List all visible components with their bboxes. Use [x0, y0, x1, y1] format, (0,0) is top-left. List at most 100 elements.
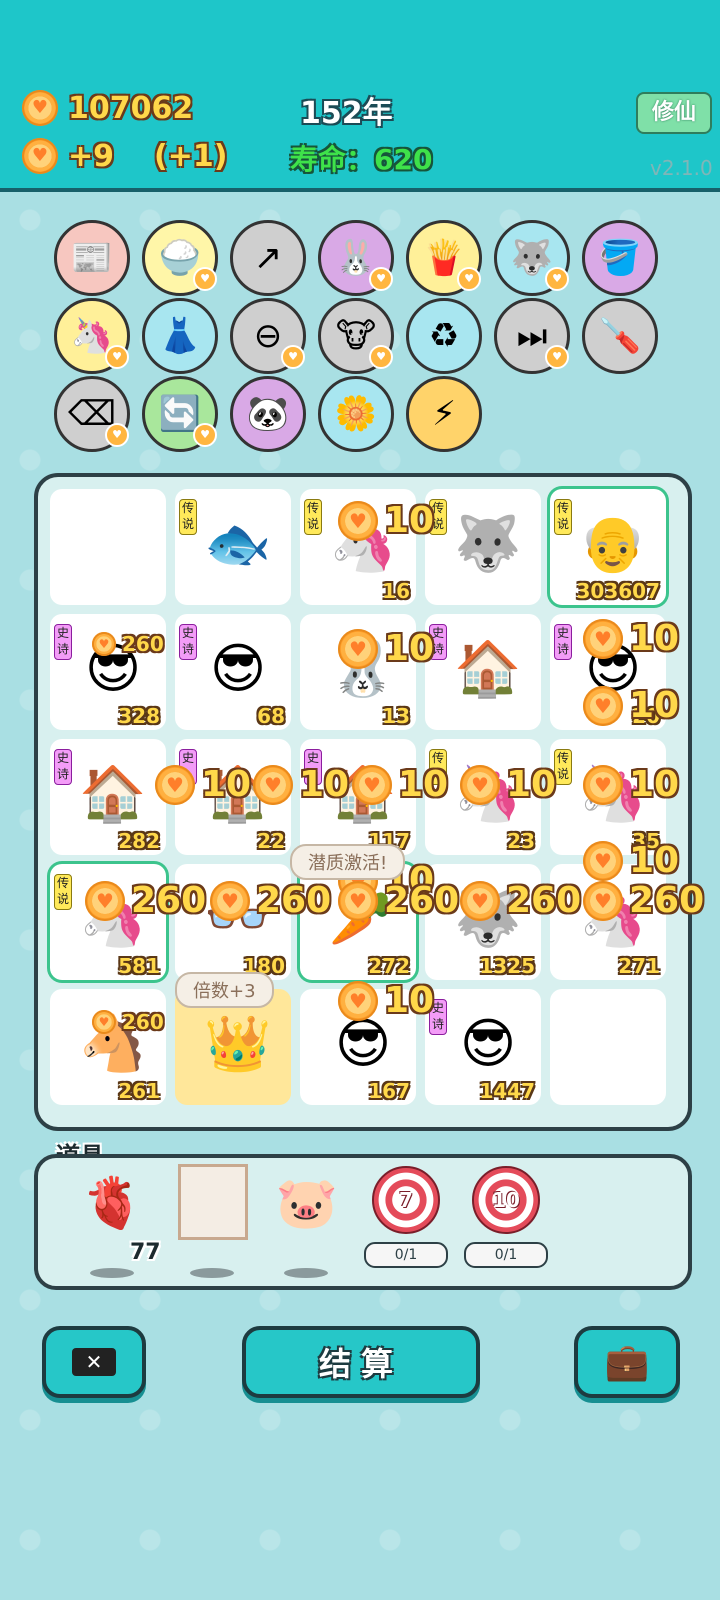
rarity-tag: 史诗 [429, 999, 447, 1035]
time-magazine-icon[interactable]: 📰 [54, 220, 130, 296]
symbol-value: 303607 [576, 579, 661, 603]
board-cell[interactable]: 史诗 🏠 [425, 614, 541, 730]
symbol-icon: 👴 [579, 512, 647, 575]
board-cell[interactable]: 传 🦄 23 [425, 739, 541, 855]
rarity-tag: 传说 [304, 499, 322, 535]
board-cell[interactable] [50, 489, 166, 605]
slot-board: 传说 🐟 传说 🦄 16 传说 🐺 传说 👴 303607 史诗 😎 328 史诗 😎 68 🐰 13 史诗 🏠 史诗 😎… [34, 473, 692, 1131]
board-cell[interactable]: 🐰 13 [300, 614, 416, 730]
board-cell[interactable]: 🐴 261 [50, 989, 166, 1105]
board-cell[interactable]: 传说 🦄 581 [50, 864, 166, 980]
remove-button[interactable]: ✕ [42, 1326, 146, 1398]
refresh-icon[interactable]: 🔄 ♥ [142, 376, 218, 452]
recycle-bag-icon[interactable]: ♻ [406, 298, 482, 374]
board-cell[interactable]: 史诗 😎 68 [175, 614, 291, 730]
symbol-value: 272 [368, 954, 410, 978]
coin-badge-icon: ♥ [193, 423, 217, 447]
board-cell[interactable] [550, 989, 666, 1105]
board-cell[interactable]: 传说 🦄 16 [300, 489, 416, 605]
symbol-icon: 😎 [334, 1012, 392, 1075]
lifespan: 寿命：620 [290, 138, 432, 178]
symbol-icon: 🐴 [79, 1012, 147, 1075]
arrow-card-icon[interactable]: ↗ [230, 220, 306, 296]
board-cell[interactable]: 🦄 271 [550, 864, 666, 980]
coin-badge-icon: ♥ [193, 267, 217, 291]
symbol-icon: 🥕 [329, 887, 397, 950]
inventory-button[interactable]: 💼 [574, 1326, 680, 1398]
husky-icon[interactable]: 🐺 ♥ [494, 220, 570, 296]
target-10-icon[interactable]: 10 [472, 1166, 540, 1234]
rarity-tag: 史诗 [554, 624, 572, 660]
unicorn-icon[interactable]: 🦄 ♥ [54, 298, 130, 374]
multiplier-bubble: 倍数+3 [175, 972, 274, 1008]
panda-icon[interactable]: 🐼 [230, 376, 306, 452]
coin-badge-icon: ♥ [457, 267, 481, 291]
symbol-icon: 🦄 [579, 887, 647, 950]
symbol-icon: 🐺 [454, 512, 522, 575]
board-cell[interactable]: 史 🏠 22 [175, 739, 291, 855]
coin-total: 107062 [22, 90, 193, 126]
screwdriver-icon[interactable]: 🪛 [582, 298, 658, 374]
liver-icon[interactable]: 🫀 [78, 1168, 148, 1238]
delete-key-icon: ✕ [72, 1348, 116, 1376]
rarity-tag: 史诗 [54, 624, 72, 660]
board-cell[interactable]: 👓 180 [175, 864, 291, 980]
rarity-tag: 传说 [54, 874, 72, 910]
top-status-bar: 107062 +9 (+1) 152年 寿命：620 修仙 v2.1.0 [0, 0, 720, 192]
rabbit-icon[interactable]: 🐰 ♥ [318, 220, 394, 296]
symbol-icon: 🏠 [79, 762, 147, 825]
symbol-value: 167 [368, 1079, 410, 1103]
rarity-tag: 史诗 [54, 749, 72, 785]
coin-badge-icon: ♥ [105, 423, 129, 447]
cultivate-button[interactable]: 修仙 [636, 92, 712, 134]
symbol-value: 68 [257, 704, 285, 728]
symbol-value: 16 [382, 579, 410, 603]
board-cell[interactable]: 😎 167 [300, 989, 416, 1105]
target-7-icon[interactable]: 7 [372, 1166, 440, 1234]
board-cell[interactable]: 🥕 272 [300, 864, 416, 980]
skip-icon[interactable]: ⏭ ♥ [494, 298, 570, 374]
rarity-tag: 传说 [429, 499, 447, 535]
symbol-icon: 🦄 [579, 762, 647, 825]
board-cell[interactable]: 史 🏠 117 [300, 739, 416, 855]
delete-key-icon[interactable]: ⌫ ♥ [54, 376, 130, 452]
briefcase-icon: 💼 [604, 1342, 650, 1383]
board-cell[interactable]: 史诗 😎 1447 [425, 989, 541, 1105]
symbol-value: 35 [632, 829, 660, 853]
board-cell[interactable]: 传说 👴 303607 [550, 489, 666, 605]
board-cell[interactable]: 史诗 😎 328 [50, 614, 166, 730]
income-rate: +9 (+1) [22, 138, 227, 174]
symbol-icon: 😎 [209, 637, 267, 700]
rarity-tag: 史 [179, 749, 197, 785]
board-cell[interactable]: 传说 🐺 [425, 489, 541, 605]
fries-icon[interactable]: 🍟 ♥ [406, 220, 482, 296]
rarity-tag: 史 [304, 749, 322, 785]
settle-button[interactable]: 结算 [242, 1326, 480, 1398]
bucket-100-icon[interactable]: 🪣 [582, 220, 658, 296]
skirt-icon[interactable]: 👗 [142, 298, 218, 374]
coin-total-value: 107062 [68, 90, 194, 126]
activated-bubble: 潜质激活! [290, 844, 406, 880]
board-cell[interactable]: 史诗 🏠 282 [50, 739, 166, 855]
symbol-value: 282 [118, 829, 160, 853]
piggy-bank-icon[interactable]: 🐷 [272, 1168, 342, 1238]
board-cell[interactable]: 🐺 1325 [425, 864, 541, 980]
symbol-icon: 🏠 [454, 637, 522, 700]
board-cell[interactable]: 传说 🦄 35 [550, 739, 666, 855]
coin-badge-icon: ♥ [369, 345, 393, 369]
board-cell[interactable]: 传说 🐟 [175, 489, 291, 605]
rice-bowl-icon[interactable]: 🍚 ♥ [142, 220, 218, 296]
cows-icon[interactable]: 🐮 ♥ [318, 298, 394, 374]
symbol-icon: 👑 [204, 1012, 272, 1075]
flower-pot-icon[interactable]: 🌼 [318, 376, 394, 452]
rarity-tag: 传说 [554, 499, 572, 535]
symbol-icon: 🏠 [329, 762, 397, 825]
prop-shadow [284, 1268, 328, 1278]
symbol-icon: 🦄 [79, 887, 147, 950]
board-cell[interactable]: 史诗 😎 20 [550, 614, 666, 730]
rarity-tag: 史诗 [429, 624, 447, 660]
rarity-tag: 传 [429, 749, 447, 785]
lightning-icon[interactable]: ⚡ [406, 376, 482, 452]
minus-circle-icon[interactable]: ⊖ ♥ [230, 298, 306, 374]
frame-icon[interactable] [178, 1164, 248, 1240]
